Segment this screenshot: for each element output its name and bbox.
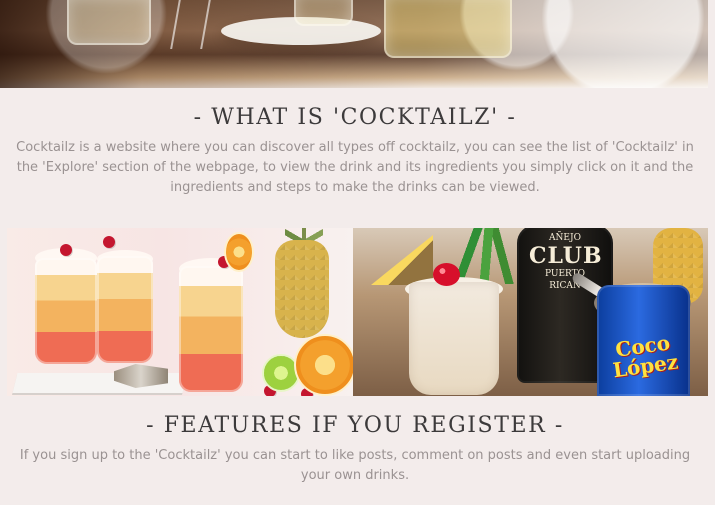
cocktail-glass [97, 256, 153, 363]
coconut-can-label: Coco López [603, 330, 686, 383]
right-cocktail-photo: AÑEJO CLUB PUERTO RICAN Coco López [353, 228, 708, 396]
what-is-cocktailz-heading: - WHAT IS 'COCKTAILZ' - [193, 105, 517, 130]
orange-wheel-garnish [224, 232, 254, 272]
rum-bottle-label: AÑEJO CLUB PUERTO RICAN [529, 232, 603, 320]
page: - WHAT IS 'COCKTAILZ' - Cocktailz is a w… [0, 0, 715, 505]
features-description: If you sign up to the 'Cocktailz' you ca… [19, 448, 691, 483]
drink-glass-image-element [384, 0, 512, 58]
features-heading: - FEATURES IF YOU REGISTER - [146, 413, 564, 438]
bottle-label-top: AÑEJO [549, 233, 581, 243]
hero-banner-image [0, 0, 708, 88]
cocktail-photo-strip: AÑEJO CLUB PUERTO RICAN Coco López [7, 228, 708, 396]
cherry-garnish [60, 244, 72, 256]
what-is-cocktailz-description: Cocktailz is a website where you can dis… [16, 140, 694, 195]
bottle-label-main: CLUB [529, 243, 603, 269]
orange-slice [294, 334, 353, 396]
cherry-garnish [103, 236, 115, 248]
cocktail-glass [35, 258, 97, 364]
small-glass-image-element [294, 0, 353, 26]
coco-lopez-logo: Coco López [611, 330, 680, 383]
pineapple-slice-garnish [371, 235, 433, 285]
left-cocktail-photo [7, 228, 353, 396]
glass-image-element [67, 0, 151, 45]
cherry-garnish [433, 263, 460, 286]
wine-glass-stem [170, 0, 212, 49]
pineapple-image [275, 240, 329, 338]
cocktail-glass [179, 266, 243, 392]
pina-colada-glass [409, 282, 499, 395]
